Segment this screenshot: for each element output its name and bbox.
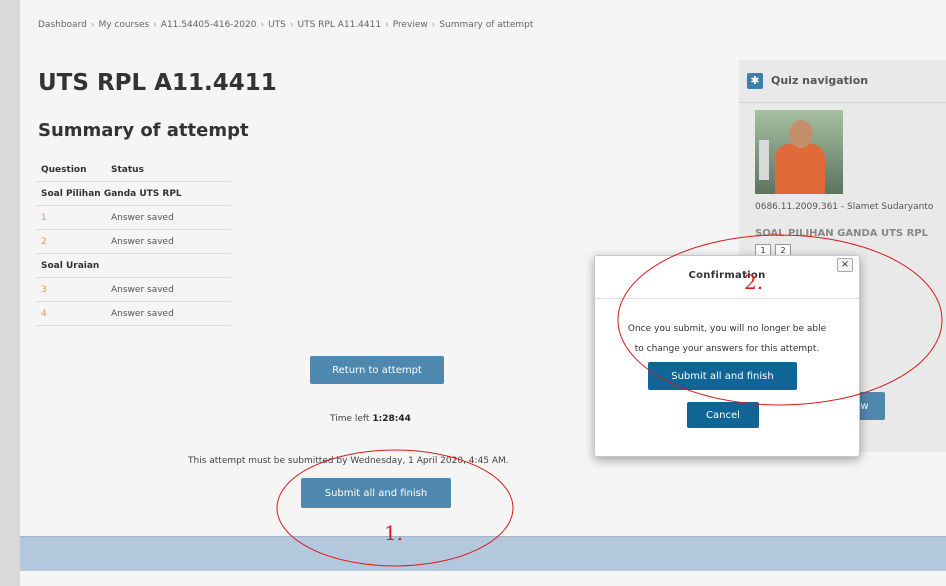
question-column-header: Question bbox=[36, 158, 106, 182]
footer-band bbox=[20, 536, 946, 571]
quiz-navigation-title: Quiz navigation bbox=[771, 74, 869, 87]
breadcrumb: Dashboard › My courses › A11.54405-416-2020 ›… bbox=[38, 20, 533, 30]
return-to-attempt-button[interactable]: Return to attempt bbox=[310, 356, 444, 384]
question-status: Answer saved bbox=[106, 229, 231, 254]
breadcrumb-course[interactable]: A11.54405-416-2020 bbox=[161, 20, 257, 30]
close-icon[interactable]: × bbox=[837, 258, 853, 272]
avatar bbox=[755, 110, 843, 194]
table-row: 4 Answer saved bbox=[36, 301, 231, 326]
confirmation-dialog: Confirmation × Once you submit, you will… bbox=[594, 255, 860, 457]
breadcrumb-dashboard[interactable]: Dashboard bbox=[38, 20, 87, 30]
question-link[interactable]: 1 bbox=[36, 205, 106, 230]
table-row: 3 Answer saved bbox=[36, 277, 231, 302]
summary-table: Question Status Soal Pilihan Ganda UTS R… bbox=[36, 158, 231, 326]
section-title: Soal Uraian bbox=[36, 253, 231, 278]
dialog-title: Confirmation bbox=[688, 270, 766, 281]
breadcrumb-my-courses[interactable]: My courses bbox=[98, 20, 149, 30]
question-status: Answer saved bbox=[106, 301, 231, 326]
question-status: Answer saved bbox=[106, 277, 231, 302]
breadcrumb-separator: › bbox=[260, 20, 265, 30]
dialog-message-line: to change your answers for this attempt. bbox=[634, 344, 820, 354]
breadcrumb-separator: › bbox=[153, 20, 157, 30]
section-title: Soal Pilihan Ganda UTS RPL bbox=[36, 181, 231, 206]
breadcrumb-preview[interactable]: Preview bbox=[393, 20, 428, 30]
breadcrumb-quiz[interactable]: UTS RPL A11.4411 bbox=[298, 20, 382, 30]
time-left-value: 1:28:44 bbox=[372, 414, 411, 424]
user-name: 0686.11.2009.361 - Slamet Sudaryanto bbox=[755, 202, 934, 212]
question-link[interactable]: 3 bbox=[36, 277, 106, 302]
table-row: 1 Answer saved bbox=[36, 205, 231, 230]
section-row: Soal Uraian bbox=[36, 253, 231, 278]
question-link[interactable]: 2 bbox=[36, 229, 106, 254]
dialog-message-line: Once you submit, you will no longer be a… bbox=[627, 324, 827, 334]
status-column-header: Status bbox=[106, 158, 231, 182]
table-header-row: Question Status bbox=[36, 158, 231, 182]
annotation-label-2: 2. bbox=[744, 270, 764, 294]
dialog-cancel-button[interactable]: Cancel bbox=[687, 402, 759, 428]
course-title: UTS RPL A11.4411 bbox=[38, 70, 277, 96]
dialog-message: Once you submit, you will no longer be a… bbox=[601, 319, 853, 359]
annotation-label-1: 1. bbox=[384, 521, 404, 545]
time-left: Time left 1:28:44 bbox=[330, 414, 411, 424]
puzzle-icon: ✱ bbox=[747, 73, 763, 89]
time-left-label: Time left bbox=[330, 414, 373, 424]
table-row: 2 Answer saved bbox=[36, 229, 231, 254]
dialog-submit-button[interactable]: Submit all and finish bbox=[648, 362, 797, 390]
breadcrumb-separator: › bbox=[431, 20, 436, 30]
summary-title: Summary of attempt bbox=[38, 120, 249, 141]
question-link[interactable]: 4 bbox=[36, 301, 106, 326]
breadcrumb-separator: › bbox=[90, 20, 95, 30]
breadcrumb-separator: › bbox=[289, 20, 294, 30]
breadcrumb-summary: Summary of attempt bbox=[439, 20, 534, 30]
submit-all-and-finish-button[interactable]: Submit all and finish bbox=[301, 478, 451, 508]
question-status: Answer saved bbox=[106, 205, 231, 230]
breadcrumb-uts[interactable]: UTS bbox=[268, 20, 286, 30]
dialog-header: Confirmation × bbox=[595, 256, 859, 299]
breadcrumb-separator: › bbox=[385, 20, 389, 30]
quiz-nav-section-title: SOAL PILIHAN GANDA UTS RPL bbox=[755, 228, 928, 239]
section-row: Soal Pilihan Ganda UTS RPL bbox=[36, 181, 231, 206]
quiz-navigation-header: ✱ Quiz navigation bbox=[739, 60, 946, 103]
deadline-text: This attempt must be submitted by Wednes… bbox=[188, 456, 509, 466]
